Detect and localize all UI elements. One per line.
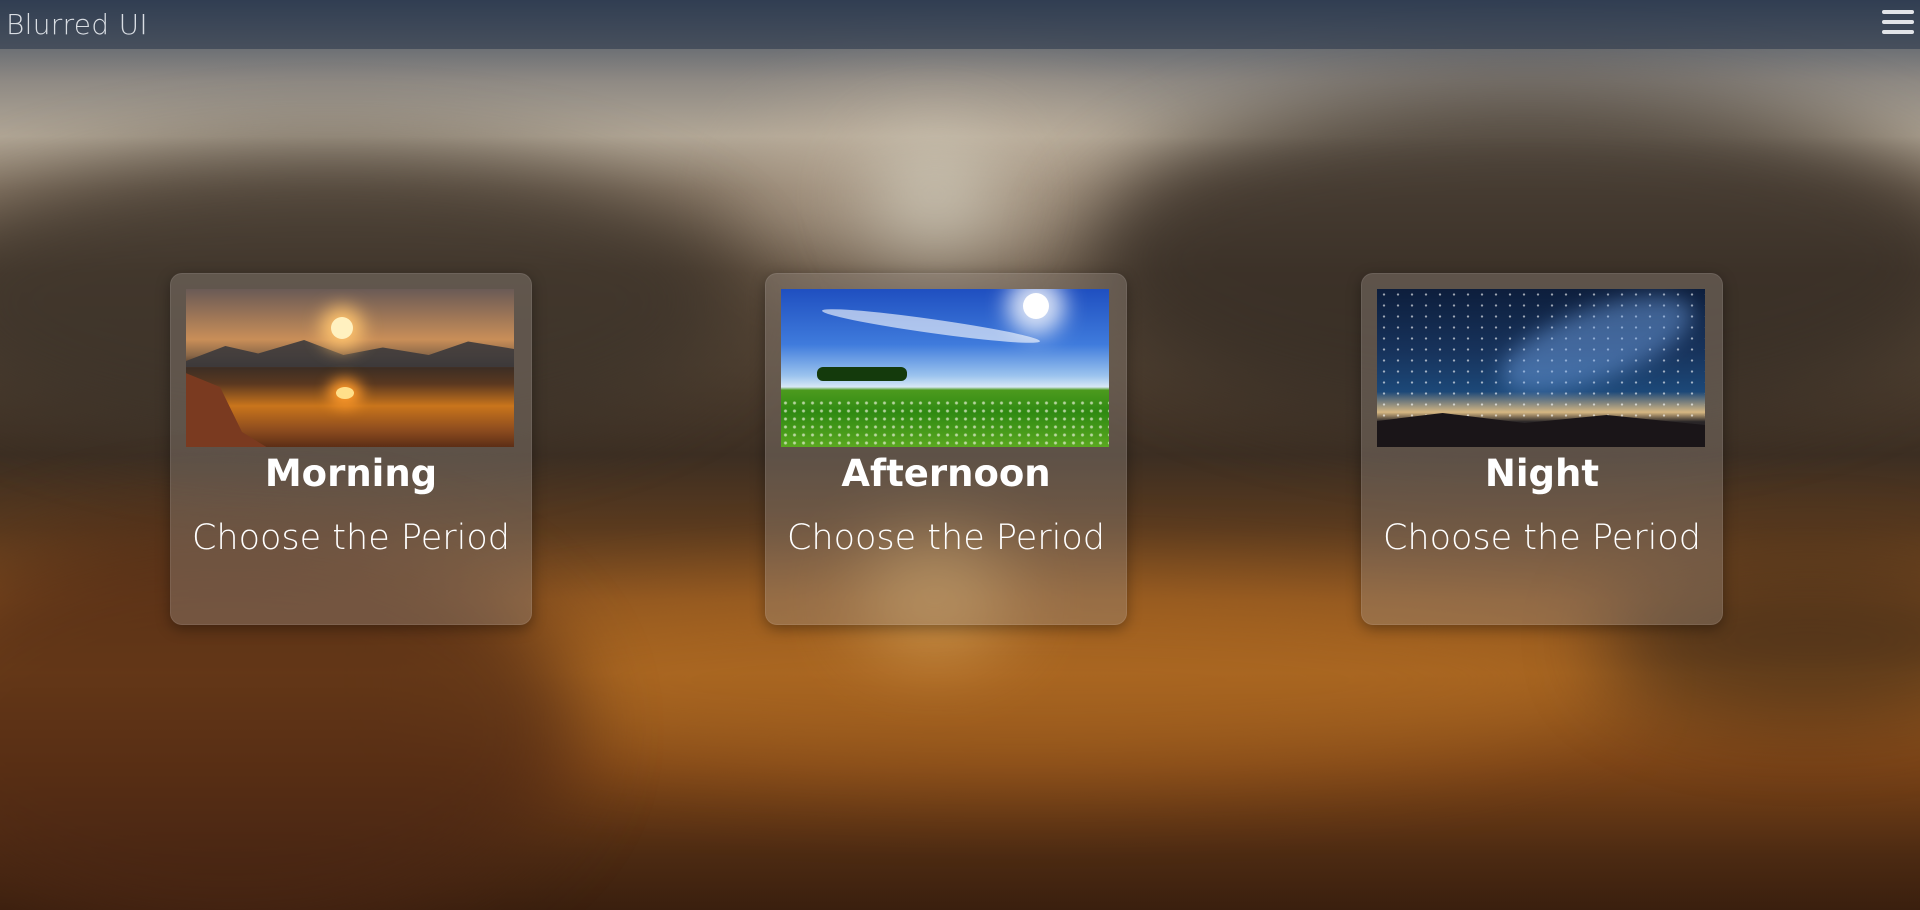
sun-reflection-icon (336, 387, 354, 399)
sun-glow (870, 140, 1000, 250)
sunrise-lake-thumbnail (186, 289, 514, 447)
card-subtitle: Choose the Period (191, 518, 511, 558)
mountain-range (186, 340, 514, 367)
menu-line (1882, 30, 1914, 34)
sunny-meadow-thumbnail (781, 289, 1109, 447)
shore-rocks (186, 369, 286, 447)
starry-night-thumbnail (1377, 289, 1705, 447)
cloud-streak (821, 303, 1041, 349)
menu-line (1882, 20, 1914, 24)
sun-icon (1023, 293, 1049, 319)
card-title: Morning (264, 452, 438, 495)
card-afternoon[interactable]: Afternoon Choose the Period (765, 273, 1127, 625)
sun-icon (331, 317, 353, 339)
card-morning[interactable]: Morning Choose the Period (170, 273, 532, 625)
menu-line (1882, 10, 1914, 14)
card-night[interactable]: Night Choose the Period (1361, 273, 1723, 625)
tree-line (817, 367, 907, 381)
card-title: Night (1484, 452, 1600, 495)
flower-field (781, 399, 1109, 447)
card-subtitle: Choose the Period (786, 518, 1106, 558)
top-bar: Blurred UI (0, 0, 1920, 49)
card-title: Afternoon (841, 452, 1051, 495)
card-subtitle: Choose the Period (1382, 518, 1702, 558)
app-title: Blurred UI (6, 8, 148, 41)
hamburger-menu-icon[interactable] (1882, 10, 1914, 40)
